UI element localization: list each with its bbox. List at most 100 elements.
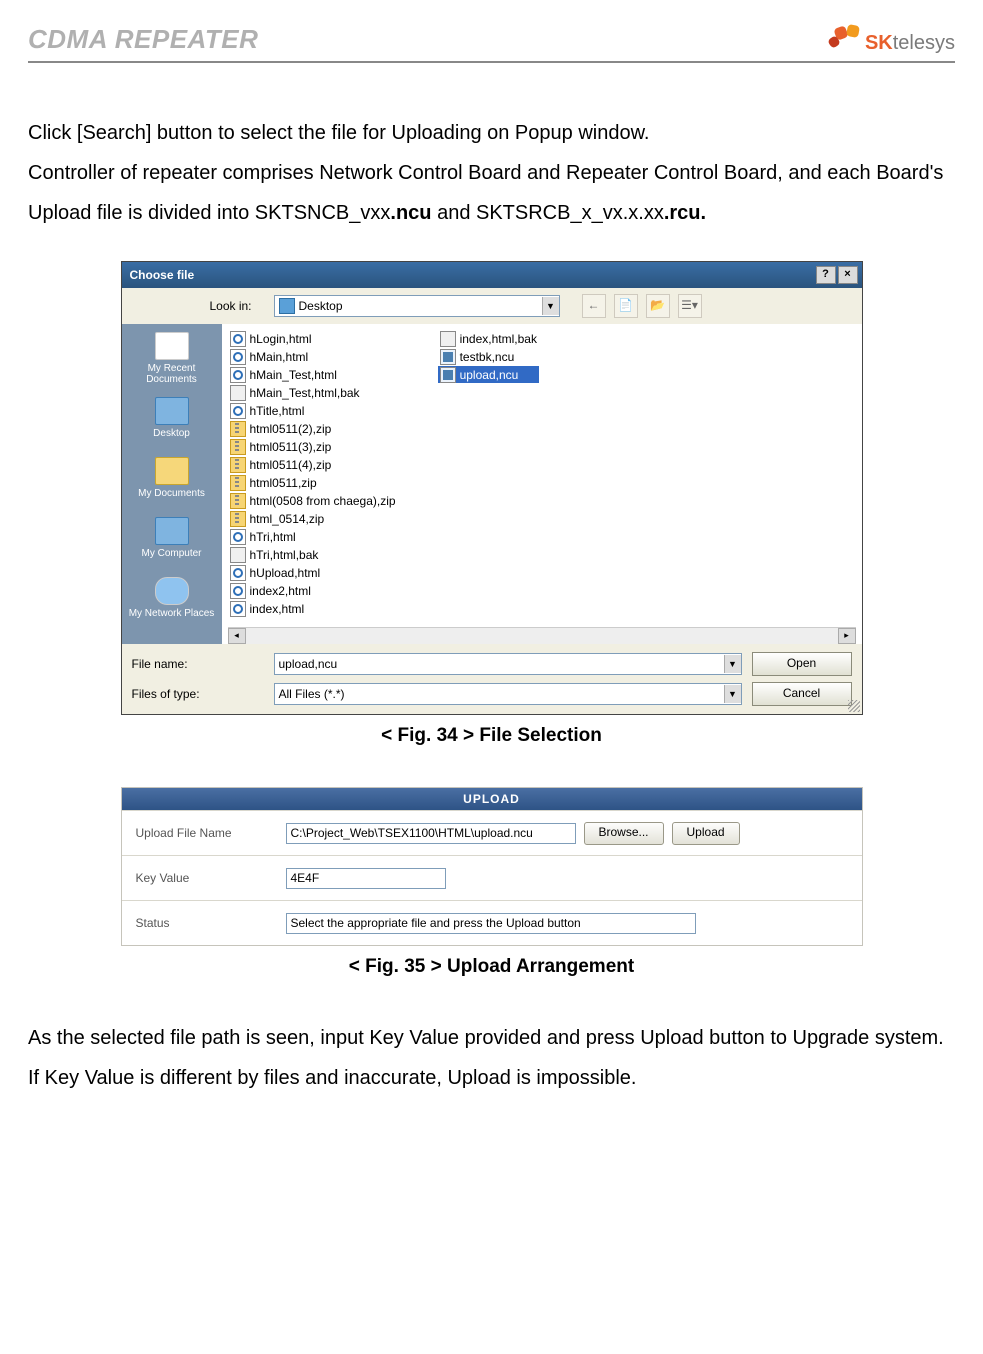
file-item[interactable]: hUpload,html (228, 564, 398, 581)
lookin-label: Look in: (132, 299, 264, 313)
upload-button[interactable]: Upload (672, 822, 740, 845)
ie-file-icon (230, 583, 246, 599)
place-label: Desktop (153, 428, 190, 439)
close-button[interactable]: × (838, 266, 858, 284)
file-name: html0511(2),zip (250, 422, 332, 436)
place-icon (155, 457, 189, 485)
file-name: html0511,zip (250, 476, 317, 490)
new-folder-button[interactable]: 📂 (646, 294, 670, 318)
file-name: html0511(3),zip (250, 440, 332, 454)
file-name: html0511(4),zip (250, 458, 332, 472)
file-item[interactable]: hTitle,html (228, 402, 398, 419)
intro-text: Click [Search] button to select the file… (28, 113, 955, 233)
chevron-down-icon[interactable]: ▼ (542, 297, 559, 315)
place-label: My Computer (141, 548, 201, 559)
file-item[interactable]: hTri,html (228, 528, 398, 545)
file-item[interactable]: html_0514,zip (228, 510, 398, 527)
intro-line-1: Click [Search] button to select the file… (28, 113, 955, 153)
scroll-right-button[interactable]: ▸ (838, 628, 856, 644)
page-header: CDMA REPEATER SKtelesys (28, 24, 955, 63)
browse-button[interactable]: Browse... (584, 822, 664, 845)
status-output: Select the appropriate file and press th… (286, 913, 696, 934)
back-button[interactable]: ← (582, 294, 606, 318)
file-item[interactable]: hMain,html (228, 348, 398, 365)
scroll-left-button[interactable]: ◂ (228, 628, 246, 644)
file-item[interactable]: hMain_Test,html,bak (228, 384, 398, 401)
ncu-file-icon (440, 367, 456, 383)
file-name: hLogin,html (250, 332, 312, 346)
places-item[interactable]: My Network Places (122, 568, 222, 628)
upload-filename-input[interactable]: C:\Project_Web\TSEX1100\HTML\upload.ncu (286, 823, 576, 844)
closing-text: As the selected file path is seen, input… (28, 1018, 955, 1098)
file-item[interactable]: upload,ncu (438, 366, 539, 383)
file-name: html_0514,zip (250, 512, 325, 526)
bak-file-icon (440, 331, 456, 347)
file-item[interactable]: index,html,bak (438, 330, 539, 347)
logo-butterfly-icon (827, 25, 865, 55)
intro-line-2: Controller of repeater comprises Network… (28, 153, 955, 233)
file-name: hTri,html,bak (250, 548, 319, 562)
file-list-area: hLogin,html hMain,html hMain_Test,html hMai… (222, 324, 862, 644)
page-title: CDMA REPEATER (28, 24, 258, 55)
bak-file-icon (230, 385, 246, 401)
file-name: index,html (250, 602, 305, 616)
file-name: hMain,html (250, 350, 309, 364)
closing-line-1: As the selected file path is seen, input… (28, 1018, 955, 1058)
file-item[interactable]: html0511(3),zip (228, 438, 398, 455)
file-name: upload,ncu (460, 368, 519, 382)
file-name: hMain_Test,html,bak (250, 386, 360, 400)
filename-combo[interactable]: upload,ncu ▼ (274, 653, 742, 675)
file-item[interactable]: html0511,zip (228, 474, 398, 491)
closing-line-2: If Key Value is different by files and i… (28, 1058, 955, 1098)
file-item[interactable]: hLogin,html (228, 330, 398, 347)
sk-telesys-logo: SKtelesys (827, 25, 955, 55)
place-label: My Recent Documents (122, 363, 222, 385)
chevron-down-icon[interactable]: ▼ (724, 685, 741, 703)
lookin-combo[interactable]: Desktop ▼ (274, 295, 560, 317)
file-item[interactable]: hMain_Test,html (228, 366, 398, 383)
up-one-level-button[interactable]: 📄 (614, 294, 638, 318)
file-name: testbk,ncu (460, 350, 515, 364)
place-icon (155, 397, 189, 425)
open-button[interactable]: Open (752, 652, 852, 676)
places-item[interactable]: My Recent Documents (122, 328, 222, 388)
cancel-button[interactable]: Cancel (752, 682, 852, 706)
chevron-down-icon[interactable]: ▼ (724, 655, 741, 673)
places-item[interactable]: My Documents (122, 448, 222, 508)
filetype-combo[interactable]: All Files (*.*) ▼ (274, 683, 742, 705)
help-button[interactable]: ? (816, 266, 836, 284)
upload-filename-label: Upload File Name (122, 826, 286, 840)
places-bar: My Recent Documents Desktop My Documents My… (122, 324, 222, 644)
file-item[interactable]: index2,html (228, 582, 398, 599)
ie-file-icon (230, 601, 246, 617)
key-value-input[interactable]: 4E4F (286, 868, 446, 889)
ie-file-icon (230, 349, 246, 365)
file-item[interactable]: html(0508 from chaega),zip (228, 492, 398, 509)
zip-file-icon (230, 439, 246, 455)
file-item[interactable]: index,html (228, 600, 398, 617)
choose-file-dialog: Choose file ? × Look in: Desktop ▼ ← 📄 📂… (121, 261, 863, 715)
places-item[interactable]: My Computer (122, 508, 222, 568)
file-item[interactable]: html0511(4),zip (228, 456, 398, 473)
logo-telesys-text: telesys (893, 32, 955, 54)
file-name: hTitle,html (250, 404, 305, 418)
file-column-1: hLogin,html hMain,html hMain_Test,html hMai… (228, 330, 398, 617)
filename-value: upload,ncu (279, 657, 338, 671)
file-item[interactable]: hTri,html,bak (228, 546, 398, 563)
resize-grip-icon[interactable] (848, 700, 860, 712)
place-label: My Network Places (129, 608, 215, 619)
filetype-label: Files of type: (132, 687, 264, 701)
places-item[interactable]: Desktop (122, 388, 222, 448)
ie-file-icon (230, 367, 246, 383)
file-item[interactable]: testbk,ncu (438, 348, 539, 365)
filename-label: File name: (132, 657, 264, 671)
place-icon (155, 332, 189, 360)
fig35-caption: < Fig. 35 > Upload Arrangement (28, 956, 955, 978)
views-button[interactable]: ☰▾ (678, 294, 702, 318)
filetype-value: All Files (*.*) (279, 687, 345, 701)
dialog-titlebar[interactable]: Choose file ? × (122, 262, 862, 288)
file-name: hMain_Test,html (250, 368, 337, 382)
horizontal-scrollbar[interactable]: ◂ ▸ (228, 627, 856, 644)
fig34-caption: < Fig. 34 > File Selection (28, 725, 955, 747)
file-item[interactable]: html0511(2),zip (228, 420, 398, 437)
